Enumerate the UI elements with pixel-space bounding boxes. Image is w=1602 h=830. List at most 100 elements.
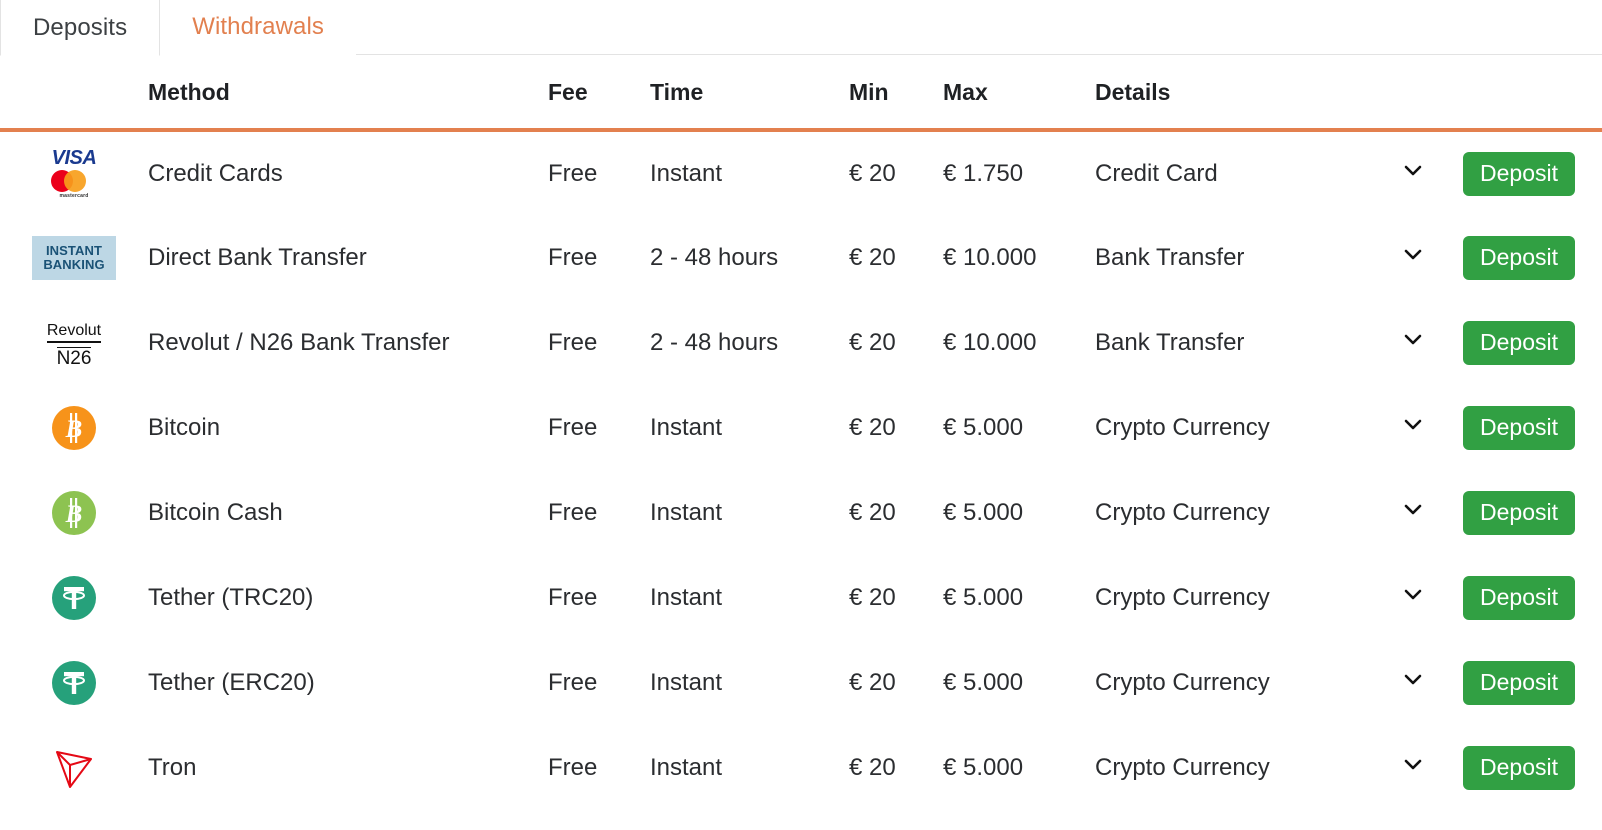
- deposit-button[interactable]: Deposit: [1463, 320, 1575, 365]
- svg-text:B: B: [65, 416, 83, 443]
- cell-method: Tether (ERC20): [148, 668, 315, 696]
- cell-method: Bitcoin: [148, 413, 221, 441]
- table-header-row: Method Fee Time Min Max Details: [0, 55, 1602, 132]
- chevron-down-icon[interactable]: [1402, 159, 1424, 181]
- tab-withdrawals[interactable]: Withdrawals: [160, 0, 356, 55]
- cell-min: € 20: [849, 753, 896, 781]
- tether-icon: [32, 568, 116, 628]
- cell-time: Instant: [650, 668, 723, 696]
- deposit-button[interactable]: Deposit: [1463, 235, 1575, 280]
- cell-logo: [0, 640, 148, 725]
- payment-methods-table-wrapper: Method Fee Time Min Max Details VISA mast…: [0, 55, 1602, 810]
- table-row: Tether (TRC20) Free Instant € 20 € 5.000 Cryp…: [0, 555, 1602, 640]
- instant-banking-line1: INSTANT: [45, 242, 103, 258]
- table-row: VISA mastercard Credit Cards Free Instant € 2…: [0, 130, 1602, 215]
- cell-details: Crypto Currency: [1095, 498, 1270, 526]
- cell-action: Deposit: [1463, 215, 1602, 300]
- cell-expand: [1363, 640, 1463, 725]
- cell-logo: VISA mastercard: [0, 130, 148, 215]
- cell-details: Crypto Currency: [1095, 753, 1270, 781]
- chevron-down-icon[interactable]: [1402, 668, 1424, 690]
- cell-logo: INSTANT BANKING: [0, 215, 148, 300]
- deposit-button[interactable]: Deposit: [1463, 405, 1575, 450]
- deposit-button[interactable]: Deposit: [1463, 151, 1575, 196]
- deposit-button[interactable]: Deposit: [1463, 745, 1575, 790]
- cell-max: € 5.000: [943, 498, 1024, 526]
- cell-min: € 20: [849, 328, 896, 356]
- column-header-time: Time: [650, 55, 849, 132]
- cell-logo: B: [0, 470, 148, 555]
- cell-fee: Free: [548, 413, 598, 441]
- tab-deposits-label: Deposits: [33, 13, 128, 41]
- table-row: Tron Free Instant € 20 € 5.000 Crypto Currenc…: [0, 725, 1602, 810]
- cell-expand: [1363, 215, 1463, 300]
- cell-action: Deposit: [1463, 640, 1602, 725]
- cell-logo: [0, 725, 148, 810]
- cell-time: Instant: [650, 498, 723, 526]
- tether-icon: [32, 653, 116, 713]
- cell-min: € 20: [849, 159, 896, 187]
- revolut-logo-text: Revolut: [46, 322, 102, 344]
- deposit-button[interactable]: Deposit: [1463, 575, 1575, 620]
- cell-max: € 5.000: [943, 753, 1024, 781]
- cell-time: Instant: [650, 583, 723, 611]
- cell-fee: Free: [548, 243, 598, 271]
- deposit-button[interactable]: Deposit: [1463, 660, 1575, 705]
- cell-time: Instant: [650, 159, 723, 187]
- cell-method: Tether (TRC20): [148, 583, 314, 611]
- mastercard-logo-text: mastercard: [59, 193, 89, 199]
- cell-fee: Free: [548, 498, 598, 526]
- chevron-down-icon[interactable]: [1402, 413, 1424, 435]
- cell-max: € 5.000: [943, 668, 1024, 696]
- cell-fee: Free: [548, 583, 598, 611]
- cell-min: € 20: [849, 583, 896, 611]
- chevron-down-icon[interactable]: [1402, 328, 1424, 350]
- tab-deposits[interactable]: Deposits: [0, 0, 161, 56]
- bitcoin-cash-icon: B: [32, 483, 116, 543]
- bitcoin-icon: B: [32, 398, 116, 458]
- table-row: B Bitcoin Cash Free Instant € 20 € 5.000 Crypt…: [0, 470, 1602, 555]
- visa-logo-text: VISA: [51, 147, 97, 169]
- table-row: B Bitcoin Free Instant € 20 € 5.000 Crypto Cur…: [0, 385, 1602, 470]
- cell-details: Crypto Currency: [1095, 583, 1270, 611]
- column-header-expand: [1363, 55, 1463, 132]
- column-header-details: Details: [1095, 55, 1363, 132]
- cell-max: € 10.000: [943, 243, 1037, 271]
- cell-expand: [1363, 385, 1463, 470]
- table-row: INSTANT BANKING Direct Bank Transfer Free 2 …: [0, 215, 1602, 300]
- instant-banking-line2: BANKING: [43, 256, 105, 272]
- cell-action: Deposit: [1463, 130, 1602, 215]
- cell-time: 2 - 48 hours: [650, 328, 779, 356]
- cell-logo: B: [0, 385, 148, 470]
- cell-action: Deposit: [1463, 725, 1602, 810]
- tron-icon: [32, 738, 116, 798]
- cell-action: Deposit: [1463, 555, 1602, 640]
- revolut-n26-logo: Revolut N26: [32, 313, 116, 373]
- table-body: VISA mastercard Credit Cards Free Instant € 2…: [0, 130, 1602, 810]
- n26-logo-text: N26: [56, 347, 92, 370]
- cell-max: € 5.000: [943, 583, 1024, 611]
- visa-mastercard-logo: VISA mastercard: [32, 144, 116, 204]
- cell-fee: Free: [548, 753, 598, 781]
- chevron-down-icon[interactable]: [1402, 243, 1424, 265]
- cell-time: Instant: [650, 413, 723, 441]
- cell-details: Bank Transfer: [1095, 243, 1245, 271]
- cell-details: Crypto Currency: [1095, 413, 1270, 441]
- cell-max: € 1.750: [943, 159, 1024, 187]
- cell-expand: [1363, 725, 1463, 810]
- cell-method: Direct Bank Transfer: [148, 243, 367, 271]
- cell-details: Bank Transfer: [1095, 328, 1245, 356]
- chevron-down-icon[interactable]: [1402, 498, 1424, 520]
- deposit-button[interactable]: Deposit: [1463, 490, 1575, 535]
- cell-max: € 10.000: [943, 328, 1037, 356]
- column-header-fee: Fee: [548, 55, 650, 132]
- cell-min: € 20: [849, 243, 896, 271]
- cell-logo: [0, 555, 148, 640]
- cell-action: Deposit: [1463, 470, 1602, 555]
- cell-details: Credit Card: [1095, 159, 1218, 187]
- cell-min: € 20: [849, 413, 896, 441]
- cell-method: Tron: [148, 753, 197, 781]
- chevron-down-icon[interactable]: [1402, 583, 1424, 605]
- column-header-logo: [0, 55, 148, 132]
- chevron-down-icon[interactable]: [1402, 753, 1424, 775]
